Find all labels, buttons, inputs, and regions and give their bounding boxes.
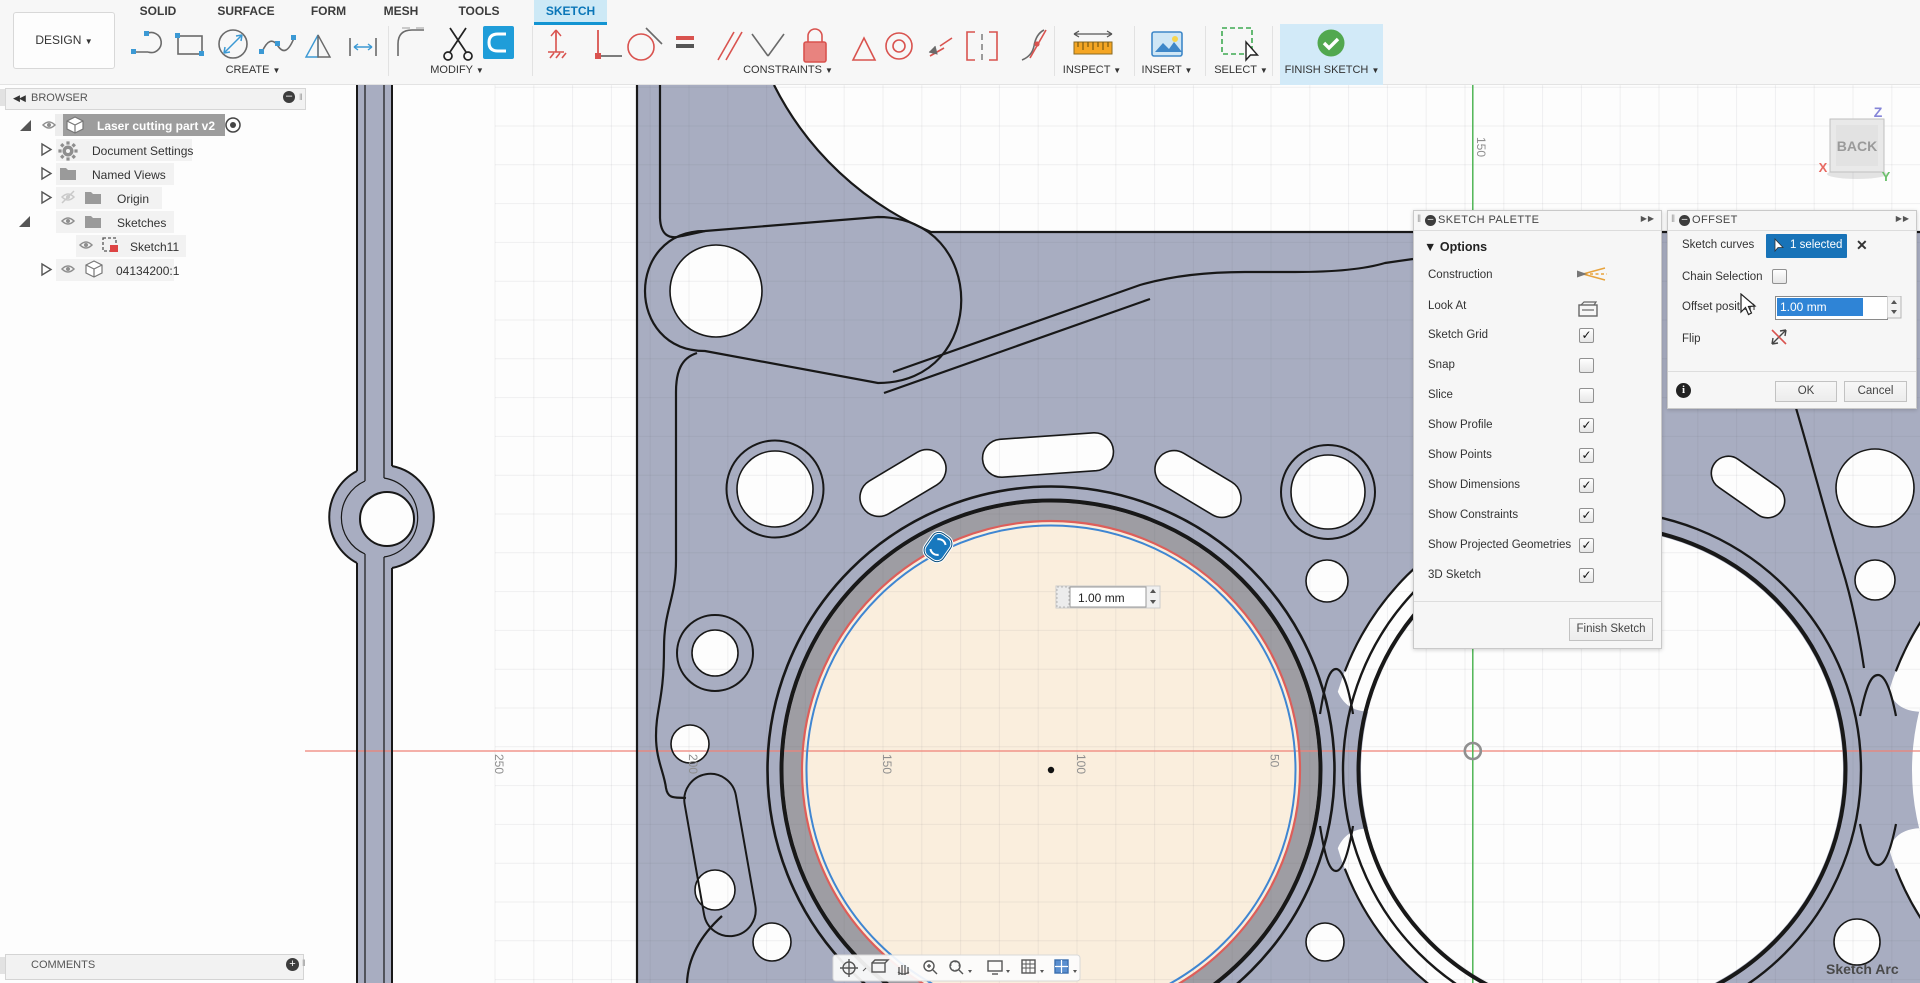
- svg-text:Document Settings: Document Settings: [92, 144, 193, 158]
- svg-text:Sketches: Sketches: [117, 216, 166, 230]
- svg-text:150: 150: [880, 754, 894, 774]
- svg-text:50: 50: [1268, 754, 1282, 768]
- svg-text:100: 100: [1074, 754, 1088, 774]
- svg-text:Sketch11: Sketch11: [130, 240, 179, 254]
- svg-text:04134200:1: 04134200:1: [116, 264, 180, 278]
- svg-text:Laser cutting part v2: Laser cutting part v2: [97, 119, 215, 133]
- svg-text:BACK: BACK: [1837, 138, 1877, 154]
- svg-text:250: 250: [492, 754, 506, 774]
- svg-text:X: X: [1819, 160, 1828, 175]
- svg-text:Y: Y: [1882, 169, 1891, 184]
- svg-text:200: 200: [686, 754, 700, 774]
- svg-text:Named Views: Named Views: [92, 168, 166, 182]
- svg-text:150: 150: [1474, 137, 1488, 157]
- svg-text:Z: Z: [1874, 104, 1883, 120]
- svg-text:1.00 mm: 1.00 mm: [1078, 591, 1125, 605]
- svg-text:Sketch Arc: Sketch Arc: [1826, 961, 1899, 977]
- svg-text:Origin: Origin: [117, 192, 149, 206]
